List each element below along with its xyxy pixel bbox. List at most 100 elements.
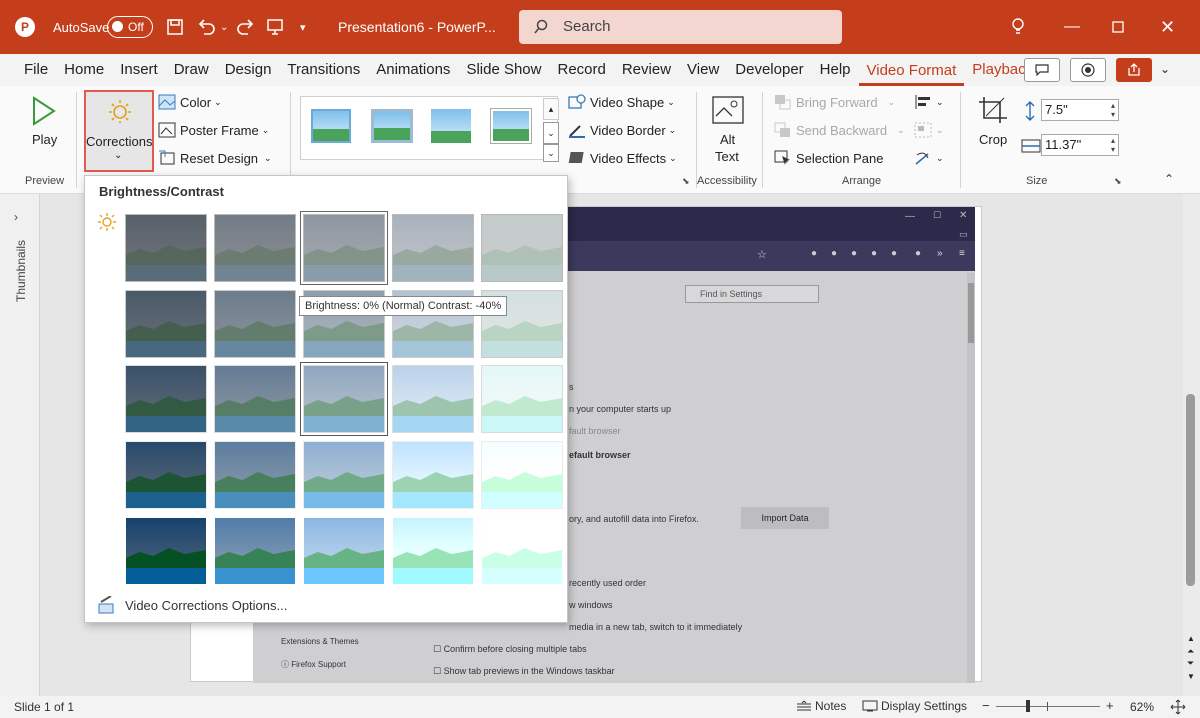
correction-preset-thumbnail[interactable]	[303, 441, 385, 509]
tab-record[interactable]: Record	[549, 54, 613, 86]
correction-preset-thumbnail[interactable]	[300, 362, 388, 436]
prev-slide-icon[interactable]: ⏶	[1187, 646, 1194, 657]
correction-preset-thumbnail[interactable]	[125, 214, 207, 282]
video-style-4[interactable]	[491, 109, 531, 143]
correction-preset-thumbnail[interactable]	[214, 214, 296, 282]
correction-preset-thumbnail[interactable]	[303, 517, 385, 585]
correction-preset-thumbnail[interactable]	[481, 441, 563, 509]
correction-preset-thumbnail[interactable]	[125, 365, 207, 433]
tab-slide-show[interactable]: Slide Show	[458, 54, 549, 86]
video-style-1[interactable]	[311, 109, 351, 143]
fit-slide-icon[interactable]	[1170, 699, 1186, 715]
group-button[interactable]: ⌄	[914, 122, 944, 138]
correction-preset-thumbnail[interactable]	[214, 290, 296, 358]
alt-text-button[interactable]: Alt Text	[704, 94, 752, 166]
tab-video-format[interactable]: Video Format	[858, 56, 965, 86]
height-input[interactable]: 7.5" ▴ ▾	[1041, 99, 1119, 121]
next-slide-icon[interactable]: ⏷	[1187, 658, 1194, 669]
tab-design[interactable]: Design	[217, 54, 280, 86]
share-button[interactable]	[1116, 58, 1152, 82]
tab-animations[interactable]: Animations	[368, 54, 458, 86]
save-icon[interactable]	[166, 0, 184, 54]
crop-button[interactable]: Crop	[972, 94, 1016, 154]
tab-file[interactable]: File	[16, 54, 56, 86]
minimize-icon[interactable]: —	[1064, 0, 1080, 54]
undo-dropdown-icon[interactable]: ⌄	[220, 0, 228, 54]
correction-preset-thumbnail[interactable]	[481, 214, 563, 282]
play-button[interactable]: Play	[20, 92, 68, 162]
correction-preset-thumbnail[interactable]	[300, 211, 388, 285]
present-icon[interactable]	[266, 0, 284, 54]
zoom-out-icon[interactable]: −	[982, 698, 990, 713]
record-button[interactable]	[1070, 58, 1106, 82]
correction-preset-thumbnail[interactable]	[214, 365, 296, 433]
gallery-more[interactable]: ⌄	[543, 144, 559, 162]
vertical-scrollbar[interactable]: ▲ ⏶ ⏷ ▼	[1183, 194, 1200, 696]
correction-preset-thumbnail[interactable]	[214, 441, 296, 509]
lightbulb-icon[interactable]	[1010, 0, 1026, 54]
poster-frame-button[interactable]: Poster Frame ⌄	[158, 122, 269, 138]
tab-home[interactable]: Home	[56, 54, 112, 86]
rotate-button[interactable]: ⌄	[914, 150, 944, 166]
redo-icon[interactable]	[236, 0, 256, 54]
video-styles-gallery[interactable]	[300, 96, 558, 160]
tab-view[interactable]: View	[679, 54, 727, 86]
video-style-3[interactable]	[431, 109, 471, 143]
zoom-slider-thumb[interactable]	[1026, 700, 1030, 712]
tab-insert[interactable]: Insert	[112, 54, 166, 86]
width-up-icon[interactable]: ▴	[1111, 136, 1115, 145]
scroll-down-icon[interactable]: ▼	[1187, 672, 1195, 681]
tab-developer[interactable]: Developer	[727, 54, 811, 86]
gallery-scroll-up[interactable]: ▴	[543, 98, 559, 120]
customize-qat-icon[interactable]: ▾	[300, 0, 306, 54]
undo-icon[interactable]	[196, 0, 216, 54]
correction-preset-thumbnail[interactable]	[481, 365, 563, 433]
correction-preset-thumbnail[interactable]	[392, 441, 474, 509]
display-settings-button[interactable]: Display Settings	[862, 699, 967, 713]
align-button[interactable]: ⌄	[914, 94, 944, 110]
video-shape-button[interactable]: Video Shape ⌄	[568, 94, 675, 110]
video-border-button[interactable]: Video Border ⌄	[568, 122, 676, 138]
correction-preset-thumbnail[interactable]	[125, 441, 207, 509]
ribbon-options-icon[interactable]: ⌄	[1160, 62, 1170, 76]
video-styles-launcher-icon[interactable]: ⬊	[682, 176, 690, 187]
color-button[interactable]: Color ⌄	[158, 94, 222, 110]
notes-button[interactable]: Notes	[796, 699, 846, 713]
zoom-slider[interactable]	[996, 706, 1100, 707]
video-effects-button[interactable]: Video Effects ⌄	[568, 150, 677, 166]
height-down-icon[interactable]: ▾	[1111, 110, 1115, 119]
tab-review[interactable]: Review	[614, 54, 679, 86]
video-corrections-options[interactable]: Video Corrections Options...	[97, 596, 287, 614]
correction-preset-thumbnail[interactable]	[125, 517, 207, 585]
correction-preset-thumbnail[interactable]	[392, 214, 474, 282]
collapse-ribbon-icon[interactable]: ⌃	[1164, 172, 1174, 186]
scroll-up-icon[interactable]: ▲	[1187, 634, 1195, 643]
selection-pane-button[interactable]: Selection Pane	[774, 150, 883, 166]
tab-help[interactable]: Help	[812, 54, 859, 86]
video-style-2[interactable]	[371, 109, 413, 143]
zoom-level[interactable]: 62%	[1130, 700, 1154, 714]
correction-preset-thumbnail[interactable]	[481, 517, 563, 585]
comments-button[interactable]	[1024, 58, 1060, 82]
zoom-in-icon[interactable]: +	[1106, 698, 1114, 713]
autosave-toggle[interactable]: Off	[107, 0, 153, 54]
correction-preset-thumbnail[interactable]	[392, 517, 474, 585]
search-box[interactable]: Search	[519, 10, 842, 44]
correction-preset-thumbnail[interactable]	[392, 365, 474, 433]
scroll-thumb[interactable]	[1186, 394, 1195, 586]
send-backward-button[interactable]: Send Backward ⌄	[774, 122, 905, 138]
size-launcher-icon[interactable]: ⬊	[1114, 176, 1122, 187]
correction-preset-thumbnail[interactable]	[125, 290, 207, 358]
expand-thumbnails-icon[interactable]: ›	[14, 210, 18, 224]
thumbnails-pane[interactable]: › Thumbnails	[0, 194, 40, 696]
height-up-icon[interactable]: ▴	[1111, 101, 1115, 110]
reset-design-button[interactable]: Reset Design ⌄	[158, 150, 272, 166]
correction-preset-thumbnail[interactable]	[214, 517, 296, 585]
width-input[interactable]: 11.37" ▴ ▾	[1041, 134, 1119, 156]
width-down-icon[interactable]: ▾	[1111, 145, 1115, 154]
close-icon[interactable]: ✕	[1160, 0, 1175, 54]
bring-forward-button[interactable]: Bring Forward ⌄	[774, 94, 895, 110]
tab-transitions[interactable]: Transitions	[279, 54, 368, 86]
corrections-button[interactable]: Corrections ⌄	[84, 90, 154, 172]
gallery-scroll-down[interactable]: ⌄	[543, 122, 559, 144]
